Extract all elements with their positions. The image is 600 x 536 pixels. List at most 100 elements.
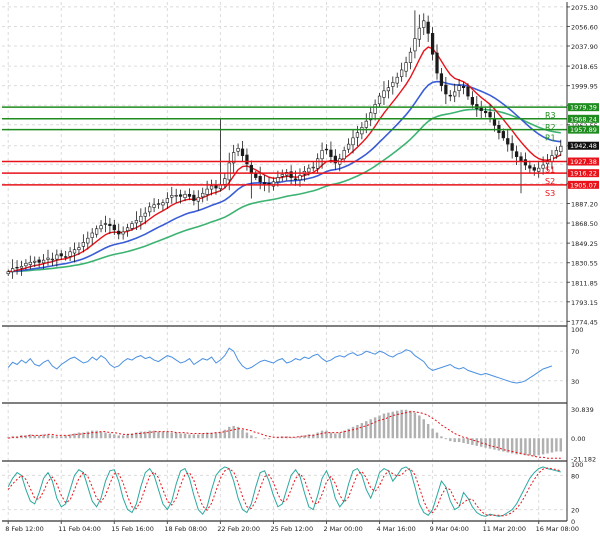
candle-body (528, 165, 532, 169)
price-tick-label: 1849.25 (571, 240, 598, 248)
candle-body (108, 223, 112, 226)
candle-body (346, 143, 351, 150)
candle-body (559, 145, 563, 152)
candle-body (417, 27, 421, 40)
candle-body (444, 84, 448, 95)
level-name-r2: R2 (545, 123, 556, 132)
candle-body (41, 259, 46, 264)
price-tick-label: 1887.20 (571, 201, 598, 209)
candle-body (537, 167, 541, 172)
candle-body (240, 148, 245, 156)
candle-body (183, 194, 187, 198)
candle-body (254, 173, 258, 178)
candle-body (121, 231, 125, 235)
rsi-tick-label: 30 (571, 378, 579, 386)
candle-body (435, 52, 439, 74)
candle-body (143, 212, 147, 217)
candle-body (262, 182, 267, 185)
candle-body (439, 73, 444, 86)
candle-body (187, 194, 192, 197)
macd-tick-label: 0.00 (571, 435, 585, 443)
candle-body (249, 164, 253, 174)
time-tick-label: 2 Mar 00:00 (323, 525, 362, 533)
candle-body (453, 91, 457, 97)
candle-body (514, 151, 519, 157)
price-tick-label: 1811.85 (571, 279, 598, 287)
candle-body (227, 162, 231, 181)
candle-body (11, 268, 15, 272)
candle-body (223, 178, 227, 185)
candle-body (470, 97, 475, 105)
stochastic-tick-label: 20 (571, 507, 579, 515)
candle-body (245, 154, 249, 165)
candle-body (307, 167, 311, 173)
candle-body (501, 131, 505, 139)
candle-body (90, 232, 94, 238)
price-tick-label: 2018.65 (571, 63, 598, 71)
candle-body (404, 62, 408, 72)
candle-body (400, 69, 404, 77)
candle-body (170, 195, 174, 198)
candle-body (373, 104, 377, 114)
candle-body (86, 237, 90, 244)
candle-body (125, 227, 130, 231)
candle-body (413, 38, 417, 52)
candle-body (293, 178, 298, 180)
time-tick-label: 8 Feb 12:00 (5, 525, 44, 533)
candle-body (112, 224, 116, 231)
candle-body (554, 150, 558, 156)
candle-body (391, 82, 395, 87)
stochastic-tick-label: 100 (571, 461, 583, 469)
time-tick-label: 9 Mar 04:00 (430, 525, 469, 533)
time-tick-label: 22 Feb 20:00 (217, 525, 260, 533)
candle-body (148, 206, 152, 213)
candle-body (523, 159, 528, 166)
time-tick-label: 15 Feb 16:00 (111, 525, 154, 533)
candle-body (33, 260, 37, 263)
candle-body (484, 111, 488, 114)
candle-body (152, 204, 156, 208)
candle-body (103, 223, 108, 225)
level-price-label: 1927.38 (570, 158, 597, 166)
candle-body (510, 143, 514, 151)
candle-body (422, 20, 426, 28)
level-price-label: 1905.07 (570, 181, 597, 189)
candle-body (360, 127, 364, 135)
candle-body (430, 33, 435, 55)
candle-body (280, 174, 284, 177)
candle-body (192, 194, 196, 201)
rsi-tick-label: 70 (571, 348, 579, 356)
candle-body (408, 51, 413, 63)
time-tick-label: 11 Mar 20:00 (483, 525, 526, 533)
candle-body (196, 197, 200, 202)
price-tick-label: 2056.60 (571, 23, 598, 31)
candle-body (258, 176, 262, 183)
level-name-s3: S3 (545, 189, 555, 198)
candle-body (550, 155, 554, 162)
candle-body (316, 158, 320, 169)
candle-body (448, 94, 452, 97)
time-tick-label: 4 Mar 16:00 (377, 525, 416, 533)
candle-body (377, 95, 382, 105)
candle-body (64, 256, 68, 258)
level-price-label: 1979.39 (570, 104, 597, 112)
candle-body (28, 261, 32, 265)
candle-body (506, 138, 510, 145)
price-chart[interactable]: R3R2R1S1S2S3 2075.302056.602037.902018.6… (0, 0, 600, 536)
chart-background (0, 0, 600, 536)
candle-body (342, 150, 346, 160)
level-price-label: 1957.89 (570, 126, 597, 134)
candle-body (59, 253, 63, 257)
candle-body (165, 198, 169, 203)
candle-body (72, 249, 77, 254)
candle-body (6, 271, 10, 275)
candle-body (156, 203, 161, 205)
candle-body (37, 259, 41, 263)
candle-body (351, 137, 355, 146)
candle-body (68, 251, 72, 257)
time-tick-label: 25 Feb 12:00 (270, 525, 313, 533)
candle-body (130, 223, 134, 229)
price-tick-label: 2037.90 (571, 43, 598, 51)
candle-body (15, 266, 19, 269)
candle-body (117, 230, 121, 235)
